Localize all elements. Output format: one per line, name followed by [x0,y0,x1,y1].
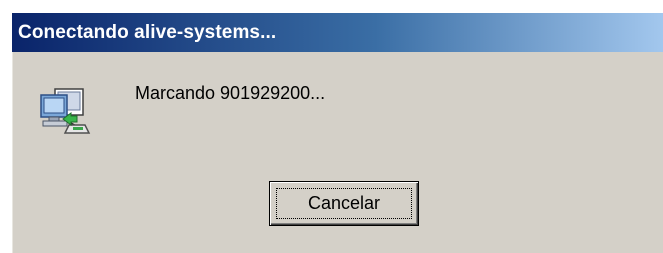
connection-dialog: Conectando alive-systems... Marcando 901… [11,12,663,253]
window-title: Conectando alive-systems... [18,21,277,43]
title-bar[interactable]: Conectando alive-systems... [12,13,663,52]
cancel-button-label: Cancelar [307,193,381,213]
network-connection-icon [37,81,93,141]
cancel-button[interactable]: Cancelar [269,181,419,226]
dialing-status-message: Marcando 901929200... [135,83,326,103]
